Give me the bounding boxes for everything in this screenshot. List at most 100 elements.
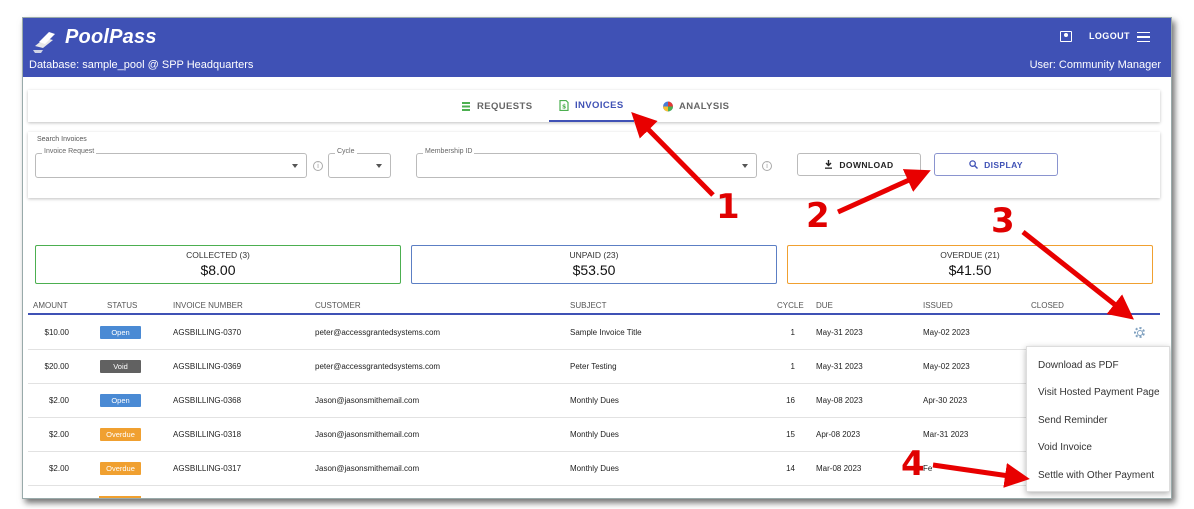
tab-analysis[interactable]: ANALYSIS xyxy=(653,90,739,122)
status-badge: Open xyxy=(100,326,141,339)
hamburger-menu-icon[interactable] xyxy=(1137,32,1150,42)
column-header-issued[interactable]: ISSUED xyxy=(923,301,953,310)
search-title: Search Invoices xyxy=(37,136,87,143)
gear-icon[interactable] xyxy=(1134,327,1145,338)
svg-text:$: $ xyxy=(562,103,567,110)
invoice-number-cell: AGSBILLING-0318 xyxy=(173,430,242,439)
tab-requests[interactable]: REQUESTS xyxy=(451,90,542,122)
tab-invoices[interactable]: $ INVOICES xyxy=(549,90,634,122)
column-header-closed[interactable]: CLOSED xyxy=(1031,301,1064,310)
invoice-number-cell: AGSBILLING-0369 xyxy=(173,362,242,371)
table-row[interactable]: $2.00 Overdue AGSBILLING-0317 Jason@jaso… xyxy=(28,452,1160,486)
due-cell: May-08 2023 xyxy=(816,396,863,405)
overdue-label: OVERDUE (21) xyxy=(940,250,1000,260)
cycle-cell: 14 xyxy=(786,464,795,473)
customer-cell: Jason@jasonsmithemail.com xyxy=(315,464,420,473)
amount-cell: $2.00 xyxy=(48,396,69,405)
collected-value: $8.00 xyxy=(200,262,236,278)
logout-button[interactable]: LOGOUT xyxy=(1089,31,1130,41)
download-button[interactable]: DOWNLOAD xyxy=(797,153,921,176)
due-cell: Apr-08 2023 xyxy=(816,430,861,439)
status-badge-partial xyxy=(99,496,141,498)
column-header-status[interactable]: STATUS xyxy=(107,301,137,310)
amount-cell: $2.00 xyxy=(48,464,69,473)
invoice-number-cell: AGSBILLING-0368 xyxy=(173,396,242,405)
info-icon[interactable]: i xyxy=(313,161,323,171)
membership-id-select[interactable]: Membership ID xyxy=(416,148,757,178)
issued-cell: Apr-30 2023 xyxy=(923,396,968,405)
callout-2: 2 xyxy=(806,196,830,236)
column-header-cycle[interactable]: CYCLE xyxy=(777,301,804,310)
menu-item-visit-hosted-page[interactable]: Visit Hosted Payment Page xyxy=(1038,387,1160,398)
table-row[interactable]: $2.00 Overdue AGSBILLING-0318 Jason@jaso… xyxy=(28,418,1160,452)
issued-cell: May-02 2023 xyxy=(923,362,970,371)
invoice-request-label: Invoice Request xyxy=(42,148,97,155)
unpaid-value: $53.50 xyxy=(572,262,616,278)
customer-cell: peter@accessgrantedsystems.com xyxy=(315,362,441,371)
column-header-customer[interactable]: CUSTOMER xyxy=(315,301,361,310)
collected-label: COLLECTED (3) xyxy=(186,250,250,260)
column-header-subject[interactable]: SUBJECT xyxy=(570,301,606,310)
invoice-request-select[interactable]: Invoice Request xyxy=(35,148,307,178)
subject-cell: Peter Testing xyxy=(570,362,617,371)
overdue-value: $41.50 xyxy=(948,262,992,278)
invoice-actions-menu: Download as PDF Visit Hosted Payment Pag… xyxy=(1026,346,1170,492)
tab-requests-label: REQUESTS xyxy=(477,100,533,112)
invoice-number-cell: AGSBILLING-0370 xyxy=(173,328,242,337)
overdue-summary-card: OVERDUE (21) $41.50 xyxy=(787,245,1153,284)
subject-cell: Sample Invoice Title xyxy=(570,328,642,337)
due-cell: May-31 2023 xyxy=(816,328,863,337)
download-label: DOWNLOAD xyxy=(839,159,894,170)
cycle-label: Cycle xyxy=(335,148,357,155)
account-icon[interactable] xyxy=(1060,31,1072,42)
due-cell: Mar-08 2023 xyxy=(816,464,862,473)
subject-cell: Monthly Dues xyxy=(570,430,619,439)
cycle-cell: 15 xyxy=(786,430,795,439)
table-row[interactable]: $10.00 Open AGSBILLING-0370 peter@access… xyxy=(28,316,1160,350)
column-header-due[interactable]: DUE xyxy=(816,301,833,310)
column-header-amount[interactable]: AMOUNT xyxy=(33,301,68,310)
display-label: DISPLAY xyxy=(984,159,1023,170)
brand-name: PoolPass xyxy=(65,26,157,48)
app-window: PoolPass Database: sample_pool @ SPP Hea… xyxy=(22,17,1172,499)
status-badge: Void xyxy=(100,360,141,373)
status-badge: Overdue xyxy=(100,428,141,441)
cycle-cell: 1 xyxy=(790,328,795,337)
callout-4: 4 xyxy=(901,444,925,484)
column-header-invoice-number[interactable]: INVOICE NUMBER xyxy=(173,301,243,310)
due-cell: May-31 2023 xyxy=(816,362,863,371)
poolpass-logo-icon xyxy=(33,32,55,53)
tab-analysis-label: ANALYSIS xyxy=(679,100,730,112)
menu-item-download-pdf[interactable]: Download as PDF xyxy=(1038,360,1119,371)
invoice-table-header: AMOUNT STATUS INVOICE NUMBER CUSTOMER SU… xyxy=(28,297,1160,315)
search-icon xyxy=(969,160,979,169)
customer-cell: Jason@jasonsmithemail.com xyxy=(315,430,420,439)
issued-cell: May-02 2023 xyxy=(923,328,970,337)
tab-invoices-label: INVOICES xyxy=(575,99,624,111)
amount-cell: $2.00 xyxy=(48,430,69,439)
user-label: User: Community Manager xyxy=(1029,59,1161,71)
display-button[interactable]: DISPLAY xyxy=(934,153,1058,176)
unpaid-label: UNPAID (23) xyxy=(569,250,619,260)
menu-item-settle-other-payment[interactable]: Settle with Other Payment xyxy=(1038,470,1154,481)
table-row[interactable]: $20.00 Void AGSBILLING-0369 peter@access… xyxy=(28,350,1160,384)
app-header: PoolPass Database: sample_pool @ SPP Hea… xyxy=(23,18,1171,77)
unpaid-summary-card: UNPAID (23) $53.50 xyxy=(411,245,777,284)
customer-cell: peter@accessgrantedsystems.com xyxy=(315,328,441,337)
search-panel: Search Invoices Invoice Request i Cycle … xyxy=(28,132,1160,198)
cycle-cell: 1 xyxy=(790,362,795,371)
table-row[interactable]: $2.00 Open AGSBILLING-0368 Jason@jasonsm… xyxy=(28,384,1160,418)
tab-bar: REQUESTS $ INVOICES ANALYSIS xyxy=(28,90,1160,122)
callout-1: 1 xyxy=(716,187,740,227)
menu-item-send-reminder[interactable]: Send Reminder xyxy=(1038,415,1107,426)
customer-cell: Jason@jasonsmithemail.com xyxy=(315,396,420,405)
callout-3: 3 xyxy=(991,201,1015,241)
issued-cell: Mar-31 2023 xyxy=(923,430,969,439)
amount-cell: $20.00 xyxy=(44,362,69,371)
subject-cell: Monthly Dues xyxy=(570,464,619,473)
pie-chart-icon xyxy=(663,101,673,111)
cycle-select[interactable]: Cycle xyxy=(328,148,391,178)
menu-item-void-invoice[interactable]: Void Invoice xyxy=(1038,442,1092,453)
info-icon[interactable]: i xyxy=(762,161,772,171)
download-icon xyxy=(825,160,833,169)
